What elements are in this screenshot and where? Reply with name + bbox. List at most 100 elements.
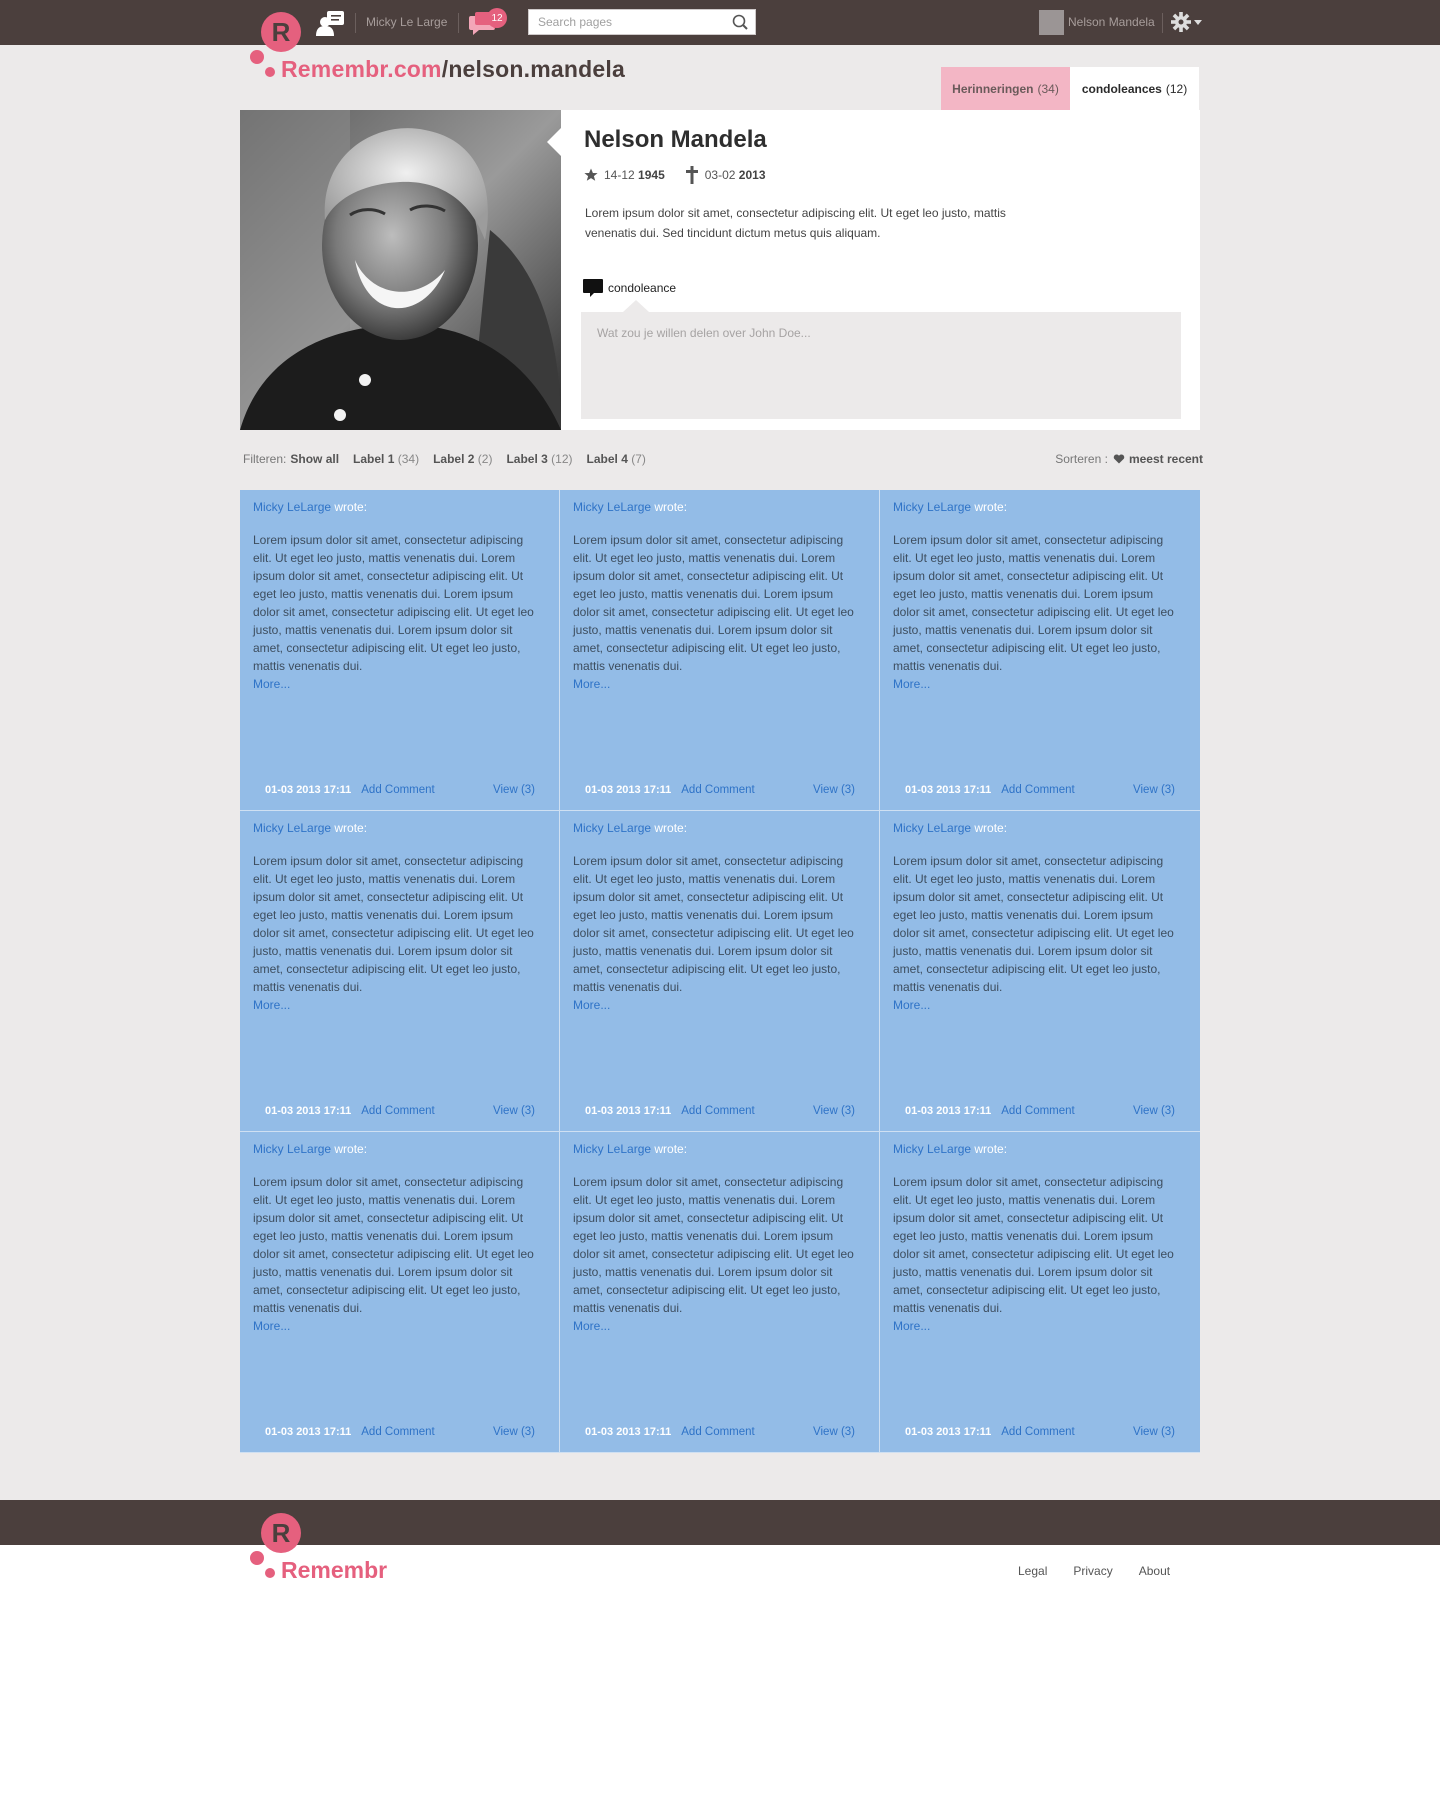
settings-menu-button[interactable] xyxy=(1170,11,1204,33)
life-dates: 14-12 1945 03-02 2013 xyxy=(584,166,786,184)
tab-herinneringen[interactable]: Herinneringen (34) xyxy=(941,67,1070,111)
author-link[interactable]: Micky LeLarge xyxy=(253,821,331,835)
condolence-card: Micky LeLarge wrote: Lorem ipsum dolor s… xyxy=(560,811,880,1132)
more-link[interactable]: More... xyxy=(893,675,1179,693)
profile-photo xyxy=(240,110,561,430)
search-input[interactable] xyxy=(538,14,718,30)
more-link[interactable]: More... xyxy=(573,996,859,1014)
card-footer: 01-03 2013 17:11 Add Comment View (3) xyxy=(585,1105,855,1117)
chevron-down-icon xyxy=(1194,20,1202,25)
tab-label: Herinneringen xyxy=(952,82,1034,96)
post-date: 01-03 2013 17:11 xyxy=(905,1105,992,1117)
condolence-card: Micky LeLarge wrote: Lorem ipsum dolor s… xyxy=(240,490,560,811)
logo-dot xyxy=(250,50,264,64)
card-header: Micky LeLarge wrote: xyxy=(573,1142,687,1156)
logo-dot xyxy=(265,67,275,77)
card-text: Lorem ipsum dolor sit amet, consectetur … xyxy=(573,531,859,693)
view-comments-link[interactable]: View (3) xyxy=(1133,1426,1175,1438)
author-link[interactable]: Micky LeLarge xyxy=(893,500,971,514)
birth-year: 1945 xyxy=(638,168,665,182)
author-link[interactable]: Micky LeLarge xyxy=(573,500,651,514)
user-profile-icon[interactable] xyxy=(316,10,346,36)
view-comments-link[interactable]: View (3) xyxy=(813,784,855,796)
add-comment-link[interactable]: Add Comment xyxy=(681,1105,755,1117)
view-comments-link[interactable]: View (3) xyxy=(493,784,535,796)
author-link[interactable]: Micky LeLarge xyxy=(573,821,651,835)
filter-show-all[interactable]: Show all xyxy=(290,452,339,466)
post-date: 01-03 2013 17:11 xyxy=(905,784,992,796)
breadcrumb: Remembr.com/nelson.mandela xyxy=(281,56,625,83)
filter-label-3[interactable]: Label 3 (12) xyxy=(506,452,572,466)
logo-dot xyxy=(265,1568,275,1578)
card-body-text: Lorem ipsum dolor sit amet, consectetur … xyxy=(253,1175,534,1315)
card-footer: 01-03 2013 17:11 Add Comment View (3) xyxy=(585,784,855,796)
more-link[interactable]: More... xyxy=(893,1317,1179,1335)
post-date: 01-03 2013 17:11 xyxy=(585,784,672,796)
footer-link-legal[interactable]: Legal xyxy=(1018,1564,1047,1578)
sort-dropdown[interactable]: meest recent xyxy=(1129,452,1203,466)
more-link[interactable]: More... xyxy=(253,996,539,1014)
filter-label-1[interactable]: Label 1 (34) xyxy=(353,452,419,466)
wrote-label: wrote: xyxy=(334,1142,368,1156)
view-comments-link[interactable]: View (3) xyxy=(493,1105,535,1117)
card-header: Micky LeLarge wrote: xyxy=(253,1142,367,1156)
card-text: Lorem ipsum dolor sit amet, consectetur … xyxy=(893,1173,1179,1335)
tab-label: condoleances xyxy=(1081,82,1162,96)
filter-label-4[interactable]: Label 4 (7) xyxy=(587,452,646,466)
footer-brand[interactable]: Remembr xyxy=(281,1557,387,1584)
card-header: Micky LeLarge wrote: xyxy=(893,1142,1007,1156)
author-link[interactable]: Micky LeLarge xyxy=(573,1142,651,1156)
card-text: Lorem ipsum dolor sit amet, consectetur … xyxy=(253,1173,539,1335)
messages-button[interactable]: 12 xyxy=(469,8,509,38)
view-comments-link[interactable]: View (3) xyxy=(813,1426,855,1438)
author-link[interactable]: Micky LeLarge xyxy=(253,500,331,514)
add-comment-link[interactable]: Add Comment xyxy=(1001,784,1075,796)
current-user-name[interactable]: Micky Le Large xyxy=(366,15,447,29)
input-pointer xyxy=(623,300,649,312)
card-footer: 01-03 2013 17:11 Add Comment View (3) xyxy=(265,784,535,796)
cross-icon xyxy=(685,166,698,184)
more-link[interactable]: More... xyxy=(573,675,859,693)
footer-link-about[interactable]: About xyxy=(1139,1564,1170,1578)
view-comments-link[interactable]: View (3) xyxy=(813,1105,855,1117)
add-comment-link[interactable]: Add Comment xyxy=(361,1426,435,1438)
add-comment-link[interactable]: Add Comment xyxy=(361,1105,435,1117)
wrote-label: wrote: xyxy=(974,1142,1008,1156)
filter-count: (7) xyxy=(631,452,646,466)
more-link[interactable]: More... xyxy=(253,675,539,693)
filter-label-2[interactable]: Label 2 (2) xyxy=(433,452,492,466)
more-link[interactable]: More... xyxy=(253,1317,539,1335)
more-link[interactable]: More... xyxy=(893,996,1179,1014)
add-comment-link[interactable]: Add Comment xyxy=(1001,1105,1075,1117)
card-text: Lorem ipsum dolor sit amet, consectetur … xyxy=(573,852,859,1014)
condolence-input[interactable] xyxy=(597,326,1157,406)
site-name[interactable]: Remembr.com xyxy=(281,56,442,82)
add-comment-link[interactable]: Add Comment xyxy=(1001,1426,1075,1438)
card-header: Micky LeLarge wrote: xyxy=(253,821,367,835)
footer-link-privacy[interactable]: Privacy xyxy=(1073,1564,1112,1578)
more-link[interactable]: More... xyxy=(573,1317,859,1335)
view-comments-link[interactable]: View (3) xyxy=(1133,1105,1175,1117)
condolence-card: Micky LeLarge wrote: Lorem ipsum dolor s… xyxy=(880,811,1200,1132)
filter-name: Label 2 xyxy=(433,452,475,466)
condolence-card: Micky LeLarge wrote: Lorem ipsum dolor s… xyxy=(560,490,880,811)
logo-letter: R xyxy=(261,12,301,52)
biography: Lorem ipsum dolor sit amet, consectetur … xyxy=(585,206,1006,240)
author-link[interactable]: Micky LeLarge xyxy=(893,1142,971,1156)
author-link[interactable]: Micky LeLarge xyxy=(893,821,971,835)
view-comments-link[interactable]: View (3) xyxy=(493,1426,535,1438)
tabs: Herinneringen (34) condoleances (12) xyxy=(941,67,1199,111)
account-name[interactable]: Nelson Mandela xyxy=(1068,15,1155,29)
add-comment-link[interactable]: Add Comment xyxy=(681,784,755,796)
post-date: 01-03 2013 17:11 xyxy=(265,1426,352,1438)
condolence-card: Micky LeLarge wrote: Lorem ipsum dolor s… xyxy=(880,490,1200,811)
tab-condoleances[interactable]: condoleances (12) xyxy=(1070,67,1199,111)
author-link[interactable]: Micky LeLarge xyxy=(253,1142,331,1156)
post-date: 01-03 2013 17:11 xyxy=(265,784,352,796)
card-header: Micky LeLarge wrote: xyxy=(573,500,687,514)
search-icon[interactable] xyxy=(731,13,749,31)
add-comment-link[interactable]: Add Comment xyxy=(361,784,435,796)
add-comment-link[interactable]: Add Comment xyxy=(681,1426,755,1438)
avatar[interactable] xyxy=(1039,10,1064,35)
view-comments-link[interactable]: View (3) xyxy=(1133,784,1175,796)
